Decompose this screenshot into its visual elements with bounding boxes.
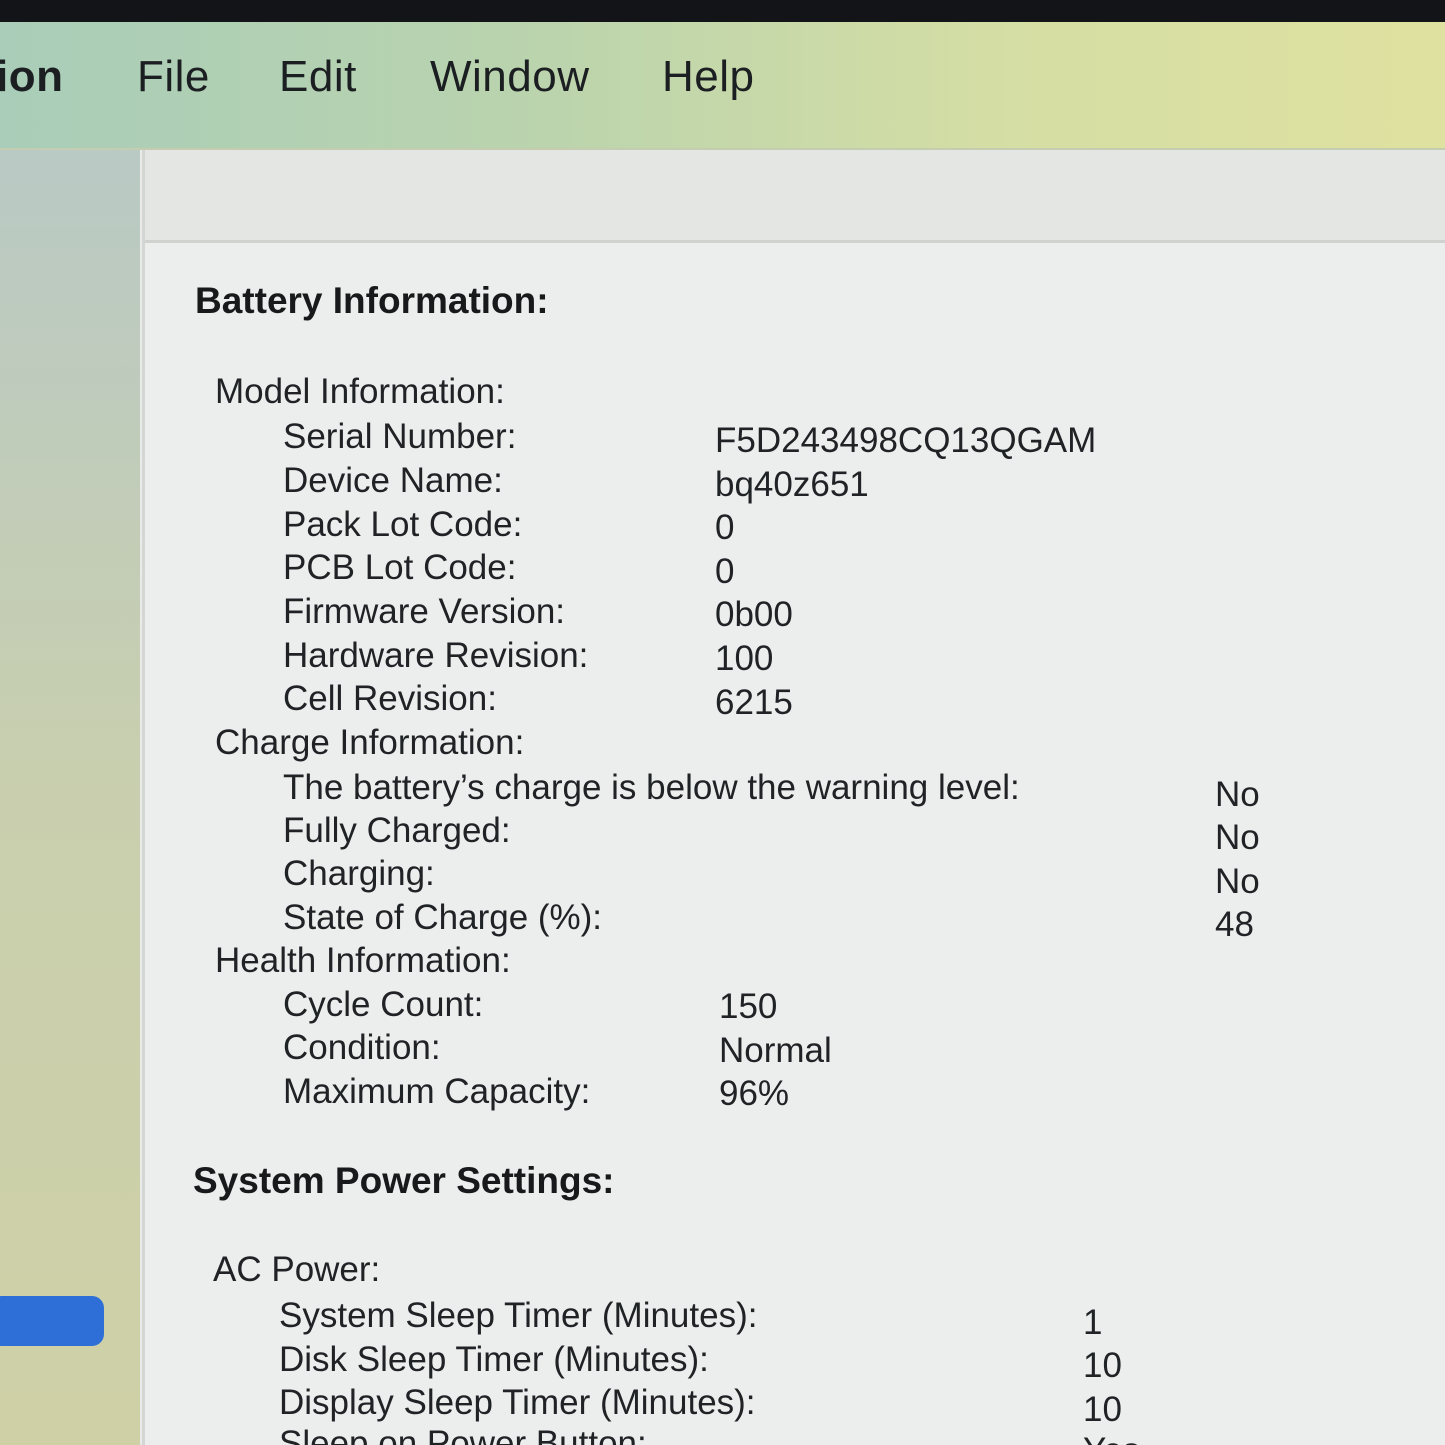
- maximum-capacity-label: Maximum Capacity:: [283, 1072, 591, 1111]
- charge-information-heading: Charge Information:: [215, 723, 525, 762]
- menu-file[interactable]: File: [137, 52, 210, 102]
- pack-lot-code-value: 0: [715, 508, 735, 547]
- menu-app-name[interactable]: ion: [0, 52, 63, 102]
- sidebar: [0, 150, 140, 1445]
- pcb-lot-code-label: PCB Lot Code:: [283, 548, 517, 587]
- display-sleep-timer-value: 10: [1083, 1390, 1122, 1429]
- screen: ion File Edit Window Help Battery Inform…: [0, 0, 1445, 1445]
- menu-edit[interactable]: Edit: [279, 52, 357, 102]
- health-information-heading: Health Information:: [215, 941, 511, 980]
- firmware-version-value: 0b00: [715, 595, 793, 634]
- condition-label: Condition:: [283, 1028, 441, 1067]
- condition-value: Normal: [719, 1031, 832, 1070]
- charge-warning-label: The battery’s charge is below the warnin…: [283, 768, 1020, 807]
- system-sleep-timer-label: System Sleep Timer (Minutes):: [279, 1296, 758, 1335]
- battery-information-title: Battery Information:: [195, 280, 549, 321]
- sleep-on-power-button-label: Sleep on Power Button:: [279, 1424, 647, 1445]
- charge-warning-value: No: [1215, 775, 1260, 814]
- charging-value: No: [1215, 862, 1260, 901]
- system-sleep-timer-value: 1: [1083, 1303, 1103, 1342]
- fully-charged-value: No: [1215, 818, 1260, 857]
- disk-sleep-timer-value: 10: [1083, 1346, 1122, 1385]
- pack-lot-code-label: Pack Lot Code:: [283, 505, 523, 544]
- maximum-capacity-value: 96%: [719, 1074, 790, 1113]
- hardware-revision-value: 100: [715, 639, 774, 678]
- screen-bezel: [0, 0, 1445, 22]
- cell-revision-value: 6215: [715, 683, 793, 722]
- state-of-charge-label: State of Charge (%):: [283, 898, 603, 937]
- sleep-on-power-button-value: Yes: [1083, 1431, 1140, 1445]
- serial-number-label: Serial Number:: [283, 417, 517, 456]
- menu-help[interactable]: Help: [662, 52, 755, 102]
- content-header: [145, 150, 1445, 243]
- device-name-value: bq40z651: [715, 465, 869, 504]
- fully-charged-label: Fully Charged:: [283, 811, 511, 850]
- model-information-heading: Model Information:: [215, 372, 505, 411]
- device-name-label: Device Name:: [283, 461, 503, 500]
- system-power-settings-title: System Power Settings:: [193, 1160, 615, 1201]
- cycle-count-value: 150: [719, 987, 778, 1026]
- cycle-count-label: Cycle Count:: [283, 985, 484, 1024]
- disk-sleep-timer-label: Disk Sleep Timer (Minutes):: [279, 1340, 709, 1379]
- cell-revision-label: Cell Revision:: [283, 679, 497, 718]
- menu-window[interactable]: Window: [430, 52, 590, 102]
- charging-label: Charging:: [283, 854, 435, 893]
- display-sleep-timer-label: Display Sleep Timer (Minutes):: [279, 1383, 756, 1422]
- firmware-version-label: Firmware Version:: [283, 592, 566, 631]
- sidebar-selected-item[interactable]: [0, 1296, 104, 1346]
- ac-power-heading: AC Power:: [213, 1250, 381, 1289]
- state-of-charge-value: 48: [1215, 905, 1254, 944]
- hardware-revision-label: Hardware Revision:: [283, 636, 589, 675]
- menu-bar: ion File Edit Window Help: [0, 22, 1445, 150]
- pcb-lot-code-value: 0: [715, 552, 735, 591]
- serial-number-value: F5D243498CQ13QGAM: [715, 421, 1097, 460]
